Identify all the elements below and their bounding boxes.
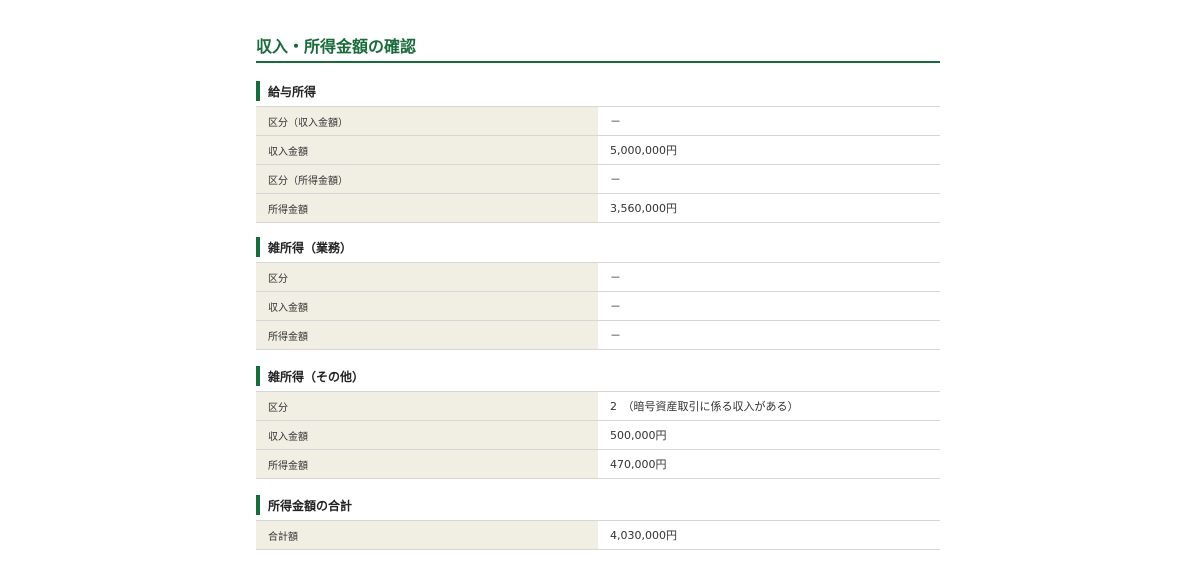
table-row: 区分（収入金額） －	[256, 106, 940, 136]
row-value: 5,000,000円	[598, 135, 940, 165]
row-label: 合計額	[256, 520, 598, 550]
row-label: 所得金額	[256, 449, 598, 479]
table-row: 収入金額 －	[256, 291, 940, 321]
row-value: 3,560,000円	[598, 193, 940, 223]
row-value: 470,000円	[598, 449, 940, 479]
section-heading-label: 所得金額の合計	[268, 498, 353, 513]
table-row: 区分 2 （暗号資産取引に係る収入がある）	[256, 391, 940, 421]
table-row: 収入金額 5,000,000円	[256, 135, 940, 165]
row-value: 4,030,000円	[598, 520, 940, 550]
row-label: 収入金額	[256, 291, 598, 321]
section-heading-income-total: 所得金額の合計	[256, 495, 940, 515]
income-confirmation-panel: 収入・所得金額の確認 給与所得 区分（収入金額） － 収入金額 5,000,00…	[256, 0, 940, 550]
salary-income-table: 区分（収入金額） － 収入金額 5,000,000円 区分（所得金額） － 所得…	[256, 106, 940, 223]
row-label: 収入金額	[256, 135, 598, 165]
section-heading-salary: 給与所得	[256, 81, 940, 101]
row-value: 2 （暗号資産取引に係る収入がある）	[598, 391, 940, 421]
section-accent-bar	[256, 81, 260, 101]
row-value: －	[598, 291, 940, 321]
row-label: 所得金額	[256, 320, 598, 350]
section-heading-label: 雑所得（その他）	[268, 369, 365, 384]
section-heading-misc-business: 雑所得（業務）	[256, 237, 940, 257]
section-accent-bar	[256, 237, 260, 257]
row-value: 500,000円	[598, 420, 940, 450]
row-value: －	[598, 164, 940, 194]
section-heading-label: 給与所得	[268, 84, 317, 99]
section-heading-label: 雑所得（業務）	[268, 240, 353, 255]
row-label: 区分（収入金額）	[256, 106, 598, 136]
row-value: －	[598, 320, 940, 350]
row-value: －	[598, 106, 940, 136]
table-row: 区分 －	[256, 262, 940, 292]
section-accent-bar	[256, 366, 260, 386]
row-label: 区分（所得金額）	[256, 164, 598, 194]
income-total-table: 合計額 4,030,000円	[256, 520, 940, 550]
section-heading-misc-other: 雑所得（その他）	[256, 366, 940, 386]
table-row: 所得金額 470,000円	[256, 449, 940, 479]
section-accent-bar	[256, 495, 260, 515]
table-row: 合計額 4,030,000円	[256, 520, 940, 550]
table-row: 所得金額 －	[256, 320, 940, 350]
row-label: 区分	[256, 391, 598, 421]
table-row: 所得金額 3,560,000円	[256, 193, 940, 223]
row-label: 所得金額	[256, 193, 598, 223]
row-value: －	[598, 262, 940, 292]
misc-other-income-table: 区分 2 （暗号資産取引に係る収入がある） 収入金額 500,000円 所得金額…	[256, 391, 940, 479]
row-label: 区分	[256, 262, 598, 292]
page-title: 収入・所得金額の確認	[256, 0, 940, 63]
table-row: 収入金額 500,000円	[256, 420, 940, 450]
misc-business-income-table: 区分 － 収入金額 － 所得金額 －	[256, 262, 940, 350]
row-label: 収入金額	[256, 420, 598, 450]
table-row: 区分（所得金額） －	[256, 164, 940, 194]
